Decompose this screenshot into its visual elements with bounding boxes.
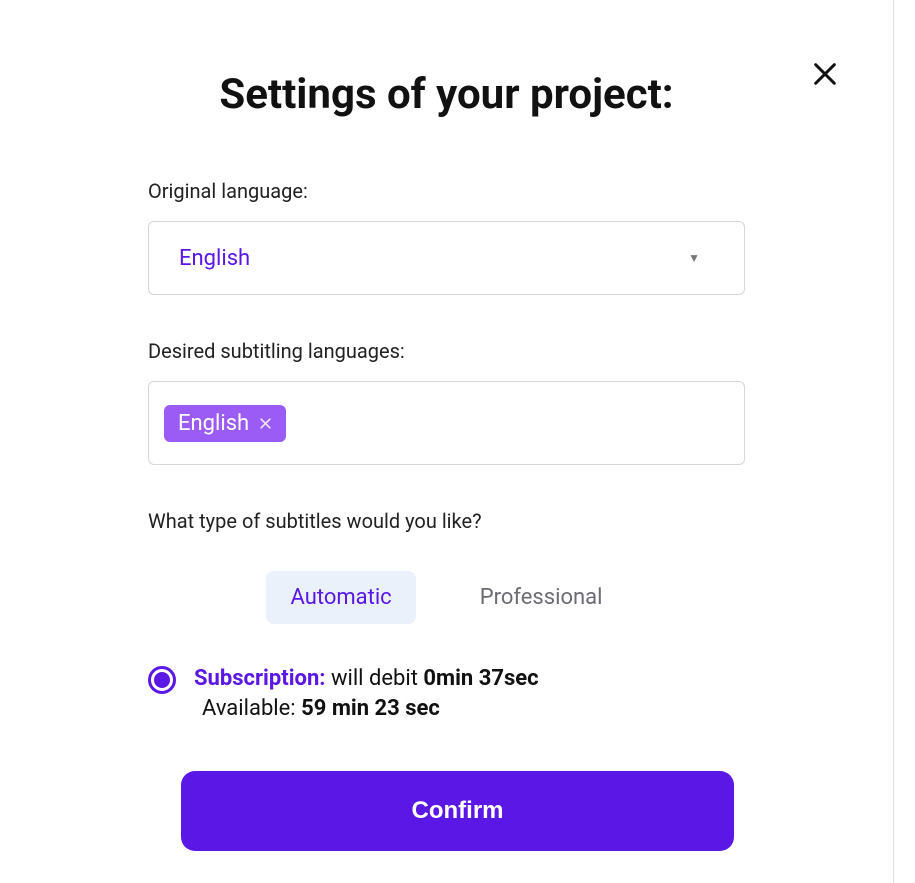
subscription-debit-value: 0min 37sec — [423, 666, 538, 691]
subscription-radio[interactable] — [148, 666, 176, 694]
modal-content: Original language: English ▼ Desired sub… — [148, 179, 745, 851]
tag-remove-button[interactable] — [259, 417, 272, 430]
subscription-available-prefix: Available: — [202, 696, 301, 721]
subscription-row: Subscription: will debit 0min 37sec Avai… — [148, 664, 745, 723]
confirm-button[interactable]: Confirm — [181, 771, 734, 851]
original-language-value: English — [179, 246, 250, 271]
subscription-available-value: 59 min 23 sec — [301, 696, 440, 721]
close-icon — [259, 417, 272, 430]
subscription-label: Subscription: — [194, 666, 325, 691]
subtitle-type-label: What type of subtitles would you like? — [148, 509, 745, 533]
language-tag: English — [164, 405, 286, 442]
original-language-select[interactable]: English ▼ — [148, 221, 745, 295]
subtitle-type-options: Automatic Professional — [148, 571, 745, 624]
page-divider — [893, 0, 894, 883]
subscription-debit-prefix: will debit — [325, 666, 423, 691]
close-icon — [811, 60, 839, 88]
desired-languages-input[interactable]: English — [148, 381, 745, 465]
close-button[interactable] — [807, 56, 843, 92]
project-settings-modal: Settings of your project: Original langu… — [0, 0, 893, 883]
radio-selected-icon — [154, 672, 170, 688]
subscription-text: Subscription: will debit 0min 37sec Avai… — [194, 664, 539, 723]
original-language-label: Original language: — [148, 179, 745, 203]
language-tag-label: English — [178, 411, 249, 436]
subtitle-type-professional[interactable]: Professional — [456, 571, 627, 624]
modal-title: Settings of your project: — [70, 70, 823, 119]
desired-languages-label: Desired subtitling languages: — [148, 339, 745, 363]
chevron-down-icon: ▼ — [688, 251, 700, 265]
subtitle-type-automatic[interactable]: Automatic — [266, 571, 415, 624]
